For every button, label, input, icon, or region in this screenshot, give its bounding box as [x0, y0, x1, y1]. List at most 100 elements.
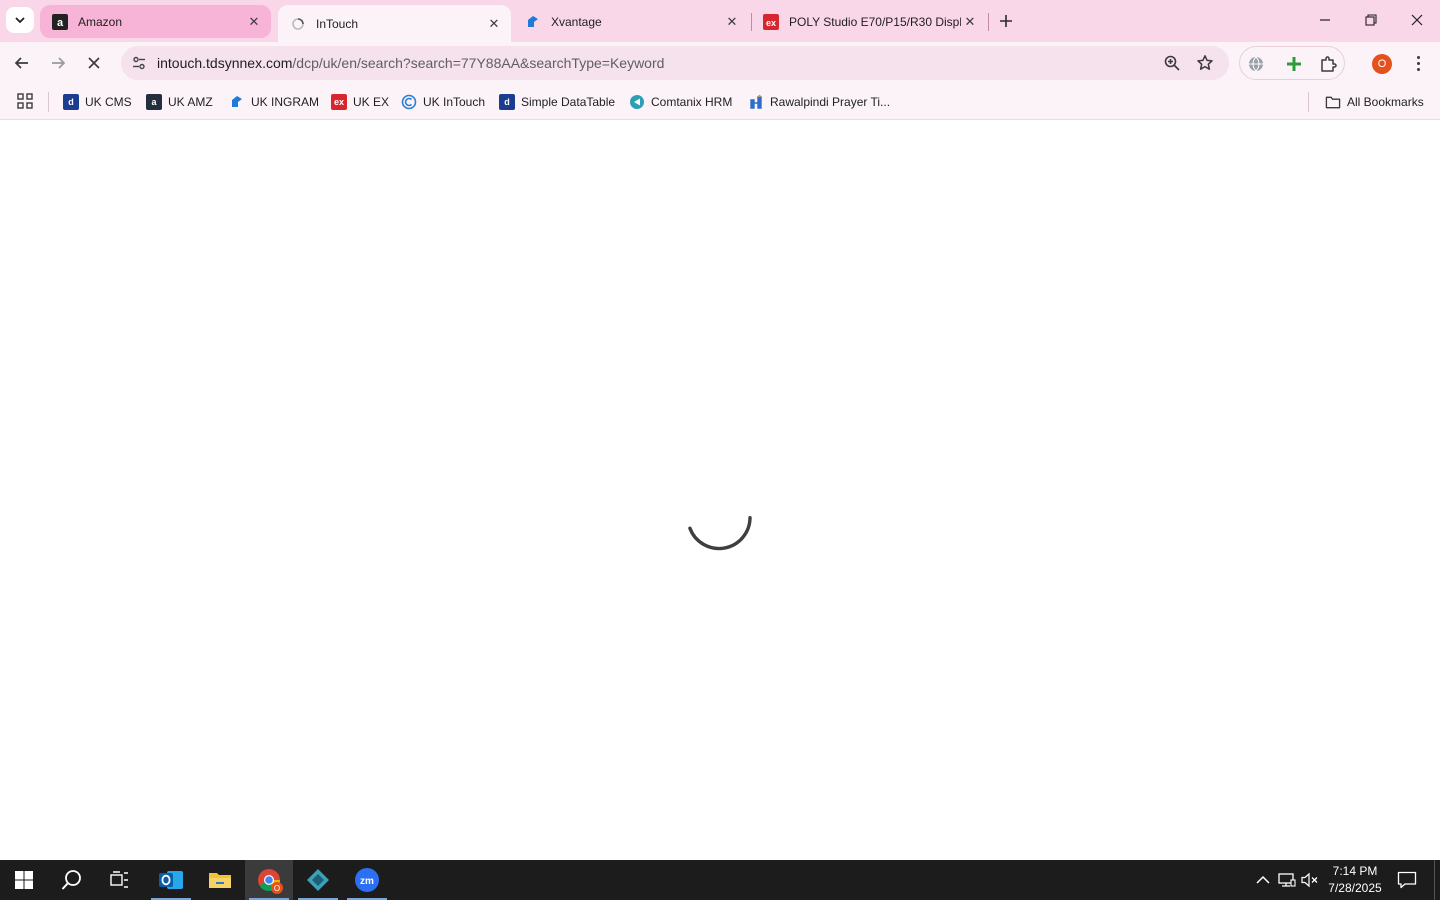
close-window-button[interactable] — [1394, 0, 1440, 40]
restore-icon — [1365, 14, 1377, 26]
xvantage-icon — [229, 94, 245, 110]
ex-icon: ex — [331, 94, 347, 110]
bookmark-label: UK INGRAM — [251, 95, 320, 109]
close-icon[interactable]: ✕ — [961, 13, 979, 31]
url-text[interactable]: intouch.tdsynnex.com/dcp/uk/en/search?se… — [157, 55, 664, 71]
task-view-button[interactable] — [96, 860, 144, 900]
tab-amazon[interactable]: a Amazon ✕ — [40, 5, 271, 38]
tab-xvantage[interactable]: Xvantage ✕ — [513, 5, 749, 38]
bookmark-label: UK AMZ — [168, 95, 213, 109]
zoom-app-icon: zm — [355, 868, 379, 892]
extensions-group — [1239, 46, 1345, 80]
bookmarks-separator — [48, 92, 49, 112]
url-path: /dcp/uk/en/search?search=77Y88AA&searchT… — [292, 55, 665, 71]
taskbar-xvantage-app[interactable] — [294, 860, 342, 900]
close-icon — [1411, 14, 1423, 26]
tab-search-button[interactable] — [6, 7, 34, 33]
tab-intouch[interactable]: InTouch ✕ — [278, 5, 511, 42]
comtanix-icon — [629, 94, 645, 110]
bookmark-uk-ex[interactable]: ex UK EX — [331, 91, 389, 113]
taskbar-chrome[interactable]: O — [245, 860, 293, 900]
close-icon[interactable]: ✕ — [723, 13, 741, 31]
chevron-down-icon — [15, 17, 25, 24]
bookmark-label: UK CMS — [85, 95, 132, 109]
notification-center-icon[interactable] — [1397, 870, 1417, 890]
bookmark-uk-ingram[interactable]: UK INGRAM — [229, 91, 319, 113]
xvantage-icon — [525, 14, 541, 30]
clock-date: 7/28/2025 — [1328, 881, 1382, 895]
arrow-left-icon — [14, 57, 28, 69]
bookmarks-bar: d UK CMS a UK AMZ UK INGRAM ex UK EX UK … — [0, 84, 1440, 120]
diamond-app-icon — [307, 869, 329, 891]
bookmark-label: UK InTouch — [423, 95, 486, 109]
chevron-up-icon[interactable] — [1253, 870, 1273, 890]
bookmark-uk-amz[interactable]: a UK AMZ — [146, 91, 213, 113]
globe-extension-icon[interactable] — [1246, 54, 1266, 74]
windows-logo-icon — [15, 871, 33, 889]
minimize-icon — [1320, 19, 1330, 21]
svg-text:a: a — [57, 17, 64, 29]
outlook-icon — [159, 871, 183, 889]
bookmark-label: UK EX — [353, 95, 390, 109]
bookmark-label: Comtanix HRM — [651, 95, 733, 109]
start-button[interactable] — [0, 860, 48, 900]
tab-strip: a Amazon ✕ InTouch ✕ Xvantage ✕ ex POLY … — [0, 0, 1440, 42]
amazon-icon: a — [52, 13, 68, 30]
bookmark-comtanix-hrm[interactable]: Comtanix HRM — [629, 91, 732, 113]
puzzle-extensions-icon[interactable] — [1318, 54, 1338, 74]
td-icon: d — [499, 94, 515, 110]
intouch-icon — [401, 94, 417, 110]
forward-button[interactable] — [43, 48, 73, 78]
taskbar-zoom[interactable]: zm — [343, 860, 391, 900]
folder-icon — [1325, 94, 1341, 110]
restore-button[interactable] — [1348, 0, 1394, 40]
close-icon[interactable]: ✕ — [485, 15, 503, 33]
tab-poly-studio[interactable]: ex POLY Studio E70/P15/R30 Displ ✕ — [751, 5, 987, 38]
network-icon[interactable] — [1277, 870, 1297, 890]
plus-icon — [1000, 15, 1012, 27]
bookmark-uk-intouch[interactable]: UK InTouch — [401, 91, 485, 113]
loading-spinner-icon — [688, 515, 752, 551]
all-bookmarks-label: All Bookmarks — [1347, 95, 1424, 109]
zoom-icon[interactable] — [1163, 54, 1183, 74]
close-icon — [88, 57, 100, 69]
tab-title: Amazon — [78, 14, 123, 29]
tab-title: POLY Studio E70/P15/R30 Displ — [789, 14, 961, 29]
tab-separator — [988, 13, 989, 31]
taskbar-outlook[interactable] — [147, 860, 195, 900]
show-desktop-button[interactable] — [1434, 860, 1440, 900]
taskbar-file-explorer[interactable] — [196, 860, 244, 900]
windows-taskbar: O zm 7:14 PM 7/28/2025 — [0, 860, 1440, 900]
bookmarks-separator — [1308, 92, 1309, 112]
close-icon[interactable]: ✕ — [245, 13, 263, 31]
td-icon: d — [63, 94, 79, 110]
bookmark-simple-datatable[interactable]: d Simple DataTable — [499, 91, 615, 113]
site-info-icon[interactable] — [129, 53, 149, 73]
search-button[interactable] — [48, 860, 96, 900]
loading-icon — [290, 16, 306, 32]
stop-loading-button[interactable] — [79, 48, 109, 78]
clock-time: 7:14 PM — [1332, 864, 1378, 878]
url-domain: intouch.tdsynnex.com — [157, 55, 293, 71]
prayer-icon — [748, 94, 764, 110]
apps-grid-icon[interactable] — [16, 92, 36, 112]
bookmark-uk-cms[interactable]: d UK CMS — [63, 91, 132, 113]
bookmark-rawalpindi-prayer[interactable]: Rawalpindi Prayer Ti... — [748, 91, 890, 113]
browser-toolbar: intouch.tdsynnex.com/dcp/uk/en/search?se… — [0, 42, 1440, 84]
svg-text:zm: zm — [360, 876, 374, 887]
all-bookmarks-button[interactable]: All Bookmarks — [1325, 91, 1424, 113]
browser-menu-button[interactable] — [1408, 50, 1428, 76]
new-tab-button[interactable] — [992, 8, 1020, 34]
address-bar[interactable]: intouch.tdsynnex.com/dcp/uk/en/search?se… — [121, 46, 1229, 80]
volume-muted-icon[interactable] — [1300, 870, 1320, 890]
bookmark-star-icon[interactable] — [1196, 54, 1216, 74]
minimize-button[interactable] — [1302, 0, 1348, 40]
back-button[interactable] — [7, 48, 37, 78]
folder-icon — [209, 873, 231, 888]
profile-avatar[interactable]: O — [1372, 54, 1392, 74]
bookmark-label: Rawalpindi Prayer Ti... — [770, 95, 891, 109]
system-clock[interactable]: 7:14 PM 7/28/2025 — [1318, 863, 1392, 897]
chrome-profile-badge: O — [271, 882, 283, 894]
plus-extension-icon[interactable] — [1284, 54, 1304, 74]
task-view-icon — [110, 871, 128, 888]
